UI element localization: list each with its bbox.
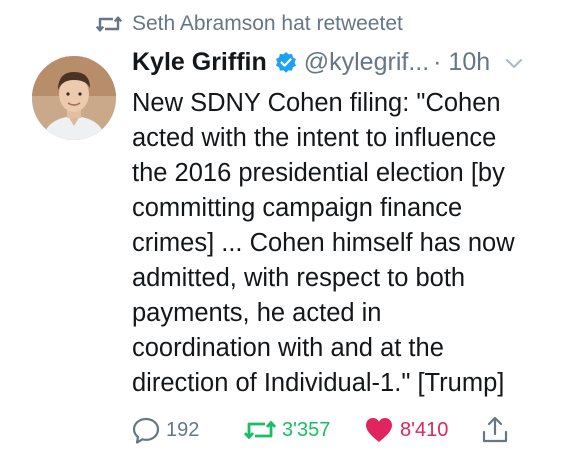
heart-icon bbox=[366, 418, 392, 442]
reply-button[interactable]: 192 bbox=[132, 416, 199, 444]
retweet-button[interactable]: 3'357 bbox=[244, 418, 330, 442]
handle[interactable]: @kylegrif... bbox=[304, 48, 429, 77]
tweet-text-line: direction of Individual-1." [Trump] bbox=[132, 369, 505, 397]
retweet-context: Seth Abramson hat retweetet bbox=[96, 12, 403, 36]
retweet-count: 3'357 bbox=[282, 418, 331, 441]
like-button[interactable]: 8'410 bbox=[364, 416, 448, 444]
share-icon bbox=[482, 416, 508, 443]
tweet-text-line: the 2016 presidential election [by bbox=[132, 159, 505, 187]
retweet-icon bbox=[96, 16, 122, 32]
reply-icon bbox=[132, 417, 160, 444]
tweet-text-line: payments, he acted in bbox=[132, 299, 382, 327]
like-count: 8'410 bbox=[400, 418, 449, 441]
retweet-icon bbox=[244, 421, 276, 439]
verified-badge-icon bbox=[275, 51, 296, 73]
display-name[interactable]: Kyle Griffin bbox=[132, 48, 267, 77]
reply-count: 192 bbox=[166, 418, 200, 441]
tweet-text-line: New SDNY Cohen filing: "Cohen bbox=[132, 89, 501, 117]
timestamp[interactable]: · 10h bbox=[433, 48, 490, 77]
tweet-actions: 192 3'357 8'410 bbox=[132, 416, 508, 444]
tweet[interactable]: Seth Abramson hat retweetet Kyle Griffin… bbox=[0, 0, 582, 458]
avatar-image bbox=[32, 56, 116, 140]
chevron-down-icon[interactable] bbox=[504, 56, 524, 70]
tweet-text-line: acted with the intent to influence bbox=[132, 124, 497, 152]
tweet-text-line: admitted, with respect to both bbox=[132, 264, 466, 292]
tweet-text-line: coordination with and at the bbox=[132, 334, 444, 362]
tweet-text: New SDNY Cohen filing: "Cohen acted with… bbox=[132, 86, 572, 401]
tweet-text-line: committing campaign finance bbox=[132, 194, 463, 222]
tweet-text-line: crimes] ... Cohen himself has now bbox=[132, 229, 515, 257]
avatar[interactable] bbox=[32, 56, 116, 140]
tweet-header: Kyle Griffin @kylegrif... · 10h bbox=[132, 48, 524, 77]
retweet-context-text[interactable]: Seth Abramson hat retweetet bbox=[132, 12, 403, 36]
share-button[interactable] bbox=[482, 416, 508, 444]
